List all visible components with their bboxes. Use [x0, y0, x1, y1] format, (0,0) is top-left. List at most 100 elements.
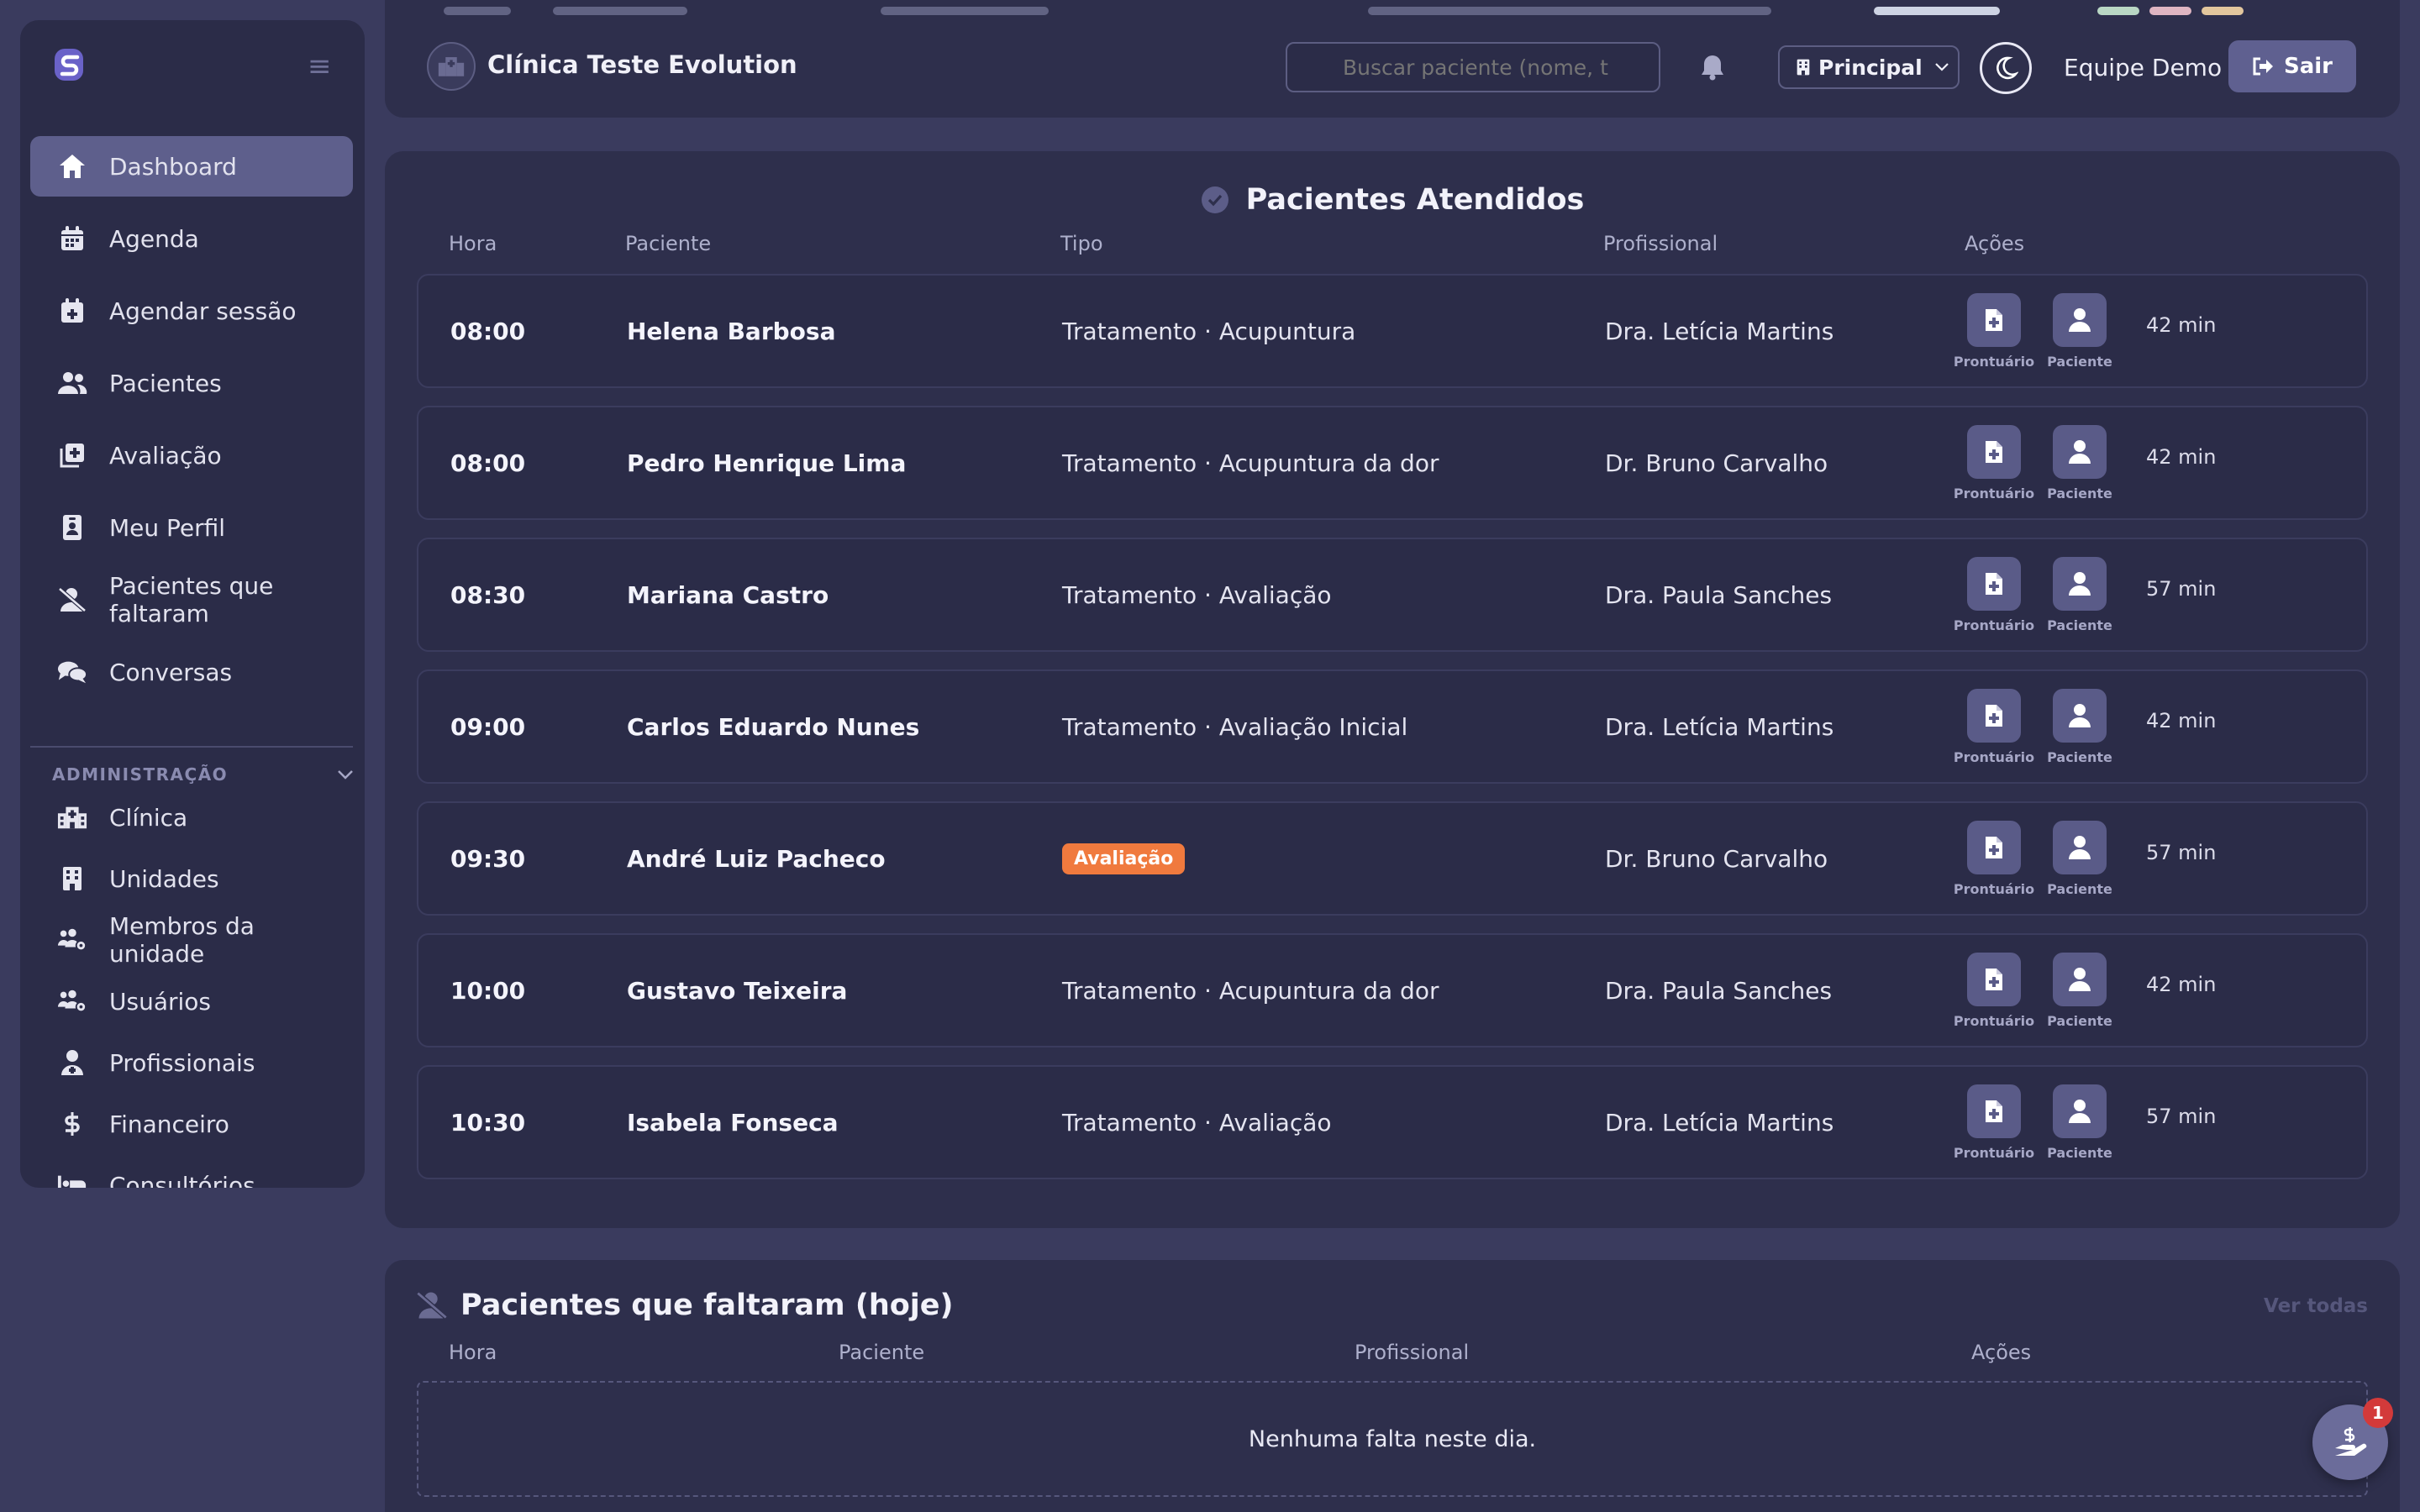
nav-item-dashboard[interactable]: Dashboard [30, 136, 353, 197]
bell-icon[interactable] [1697, 52, 1728, 82]
nav-label: Meu Perfil [109, 513, 226, 542]
nav-item-conversas[interactable]: Conversas [30, 642, 353, 702]
row-actions: Prontuário Paciente 42 min [1953, 276, 2216, 386]
row-duration: 57 min [2146, 841, 2217, 864]
nav-item-avaliacao[interactable]: Avaliação [30, 425, 353, 486]
nav-item-pacientes[interactable]: Pacientes [30, 353, 353, 413]
nav-item-clinica[interactable]: Clínica [30, 793, 353, 842]
table-row[interactable]: 08:00 Helena Barbosa Tratamento · Acupun… [417, 274, 2368, 388]
logout-label: Sair [2283, 54, 2333, 79]
column-header-patient: Paciente [625, 232, 712, 255]
doctor-icon [57, 1047, 87, 1078]
row-patient-name[interactable]: Pedro Henrique Lima [627, 407, 906, 518]
row-professional: Dra. Paula Sanches [1605, 580, 1833, 609]
patient-search-input[interactable] [1286, 42, 1660, 92]
file-medical-icon [1967, 820, 2021, 874]
record-button[interactable]: Prontuário [1953, 556, 2035, 633]
logout-button[interactable]: Sair [2228, 40, 2356, 92]
nav-item-financeiro[interactable]: Financeiro [30, 1100, 353, 1148]
see-all-link[interactable]: Ver todas [2264, 1295, 2368, 1317]
record-button[interactable]: Prontuário [1953, 820, 2035, 897]
top-header: Clínica Teste Evolution Principal Equipe… [385, 0, 2400, 118]
user-icon [2053, 556, 2107, 611]
record-button[interactable]: Prontuário [1953, 292, 2035, 370]
patient-button[interactable]: Paciente [2042, 292, 2118, 370]
type-badge: Avaliação [1062, 843, 1186, 874]
nav-item-unidades[interactable]: Unidades [30, 854, 353, 903]
nav-item-profissionais[interactable]: Profissionais [30, 1038, 353, 1087]
users-gear-icon [57, 925, 87, 955]
patient-button[interactable]: Paciente [2042, 424, 2118, 501]
file-medical-icon [1967, 292, 2021, 347]
file-medical-icon [1967, 556, 2021, 611]
table-row[interactable]: 08:00 Pedro Henrique Lima Tratamento · A… [417, 406, 2368, 520]
patient-button[interactable]: Paciente [2042, 688, 2118, 765]
row-duration: 57 min [2146, 577, 2217, 601]
record-button[interactable]: Prontuário [1953, 688, 2035, 765]
record-button-label: Prontuário [1953, 485, 2035, 501]
nav-item-membros-da-unidade[interactable]: Membros da unidade [30, 912, 353, 968]
unit-select-value: Principal [1818, 55, 1923, 80]
chevron-down-icon [1934, 62, 1949, 72]
nav-item-agendar-sessao[interactable]: Agendar sessão [30, 281, 353, 341]
row-patient-name[interactable]: André Luiz Pacheco [627, 803, 886, 914]
building-icon [1797, 58, 1810, 76]
record-button-label: Prontuário [1953, 880, 2035, 897]
nav-item-agenda[interactable]: Agenda [30, 208, 353, 269]
column-header-patient: Paciente [839, 1341, 925, 1364]
id-badge-icon [57, 512, 87, 543]
record-button[interactable]: Prontuário [1953, 424, 2035, 501]
record-button[interactable]: Prontuário [1954, 952, 2034, 1029]
panel-title-row: Pacientes Atendidos [385, 183, 2400, 217]
table-row[interactable]: 08:30 Mariana Castro Tratamento · Avalia… [417, 538, 2368, 652]
clipboard-plus-icon [57, 440, 87, 470]
column-header-type: Tipo [1060, 232, 1103, 255]
nav-item-pacientes-que-faltaram[interactable]: Pacientes que faltaram [30, 570, 353, 630]
row-patient-name[interactable]: Isabela Fonseca [627, 1067, 839, 1178]
patient-button[interactable]: Paciente [2042, 1084, 2118, 1161]
nav-label: Profissionais [109, 1048, 255, 1077]
file-medical-icon [1967, 424, 2021, 479]
nav-label: Agendar sessão [109, 297, 297, 325]
table-row[interactable]: 10:00 Gustavo Teixeira Tratamento · Acup… [417, 933, 2368, 1047]
patient-button-label: Paciente [2047, 485, 2112, 501]
column-header-time: Hora [449, 1341, 497, 1364]
theme-toggle-button[interactable] [1980, 42, 2032, 94]
nav-item-consultorios[interactable]: Consultórios [30, 1161, 353, 1188]
table-row[interactable]: 09:00 Carlos Eduardo Nunes Tratamento · … [417, 669, 2368, 784]
record-button-label: Prontuário [1953, 748, 2035, 765]
patient-button[interactable]: Paciente [2042, 820, 2118, 897]
dollar-icon [57, 1109, 87, 1139]
row-patient-name[interactable]: Mariana Castro [627, 539, 829, 650]
empty-state: Nenhuma falta neste dia. [417, 1381, 2368, 1497]
record-button-label: Prontuário [1953, 617, 2035, 633]
patient-button[interactable]: Paciente [2042, 556, 2118, 633]
nav-item-meu-perfil[interactable]: Meu Perfil [30, 497, 353, 558]
admin-section-header[interactable]: ADMINISTRAÇÃO [52, 764, 355, 785]
nav-item-usuarios[interactable]: Usuários [30, 977, 353, 1026]
app-logo[interactable] [52, 45, 91, 84]
nav-label: Usuários [109, 987, 211, 1016]
row-duration: 42 min [2146, 709, 2217, 732]
row-professional: Dra. Letícia Martins [1605, 712, 1834, 741]
user-icon [2053, 952, 2107, 1006]
calendar-plus-icon [57, 296, 87, 326]
row-type: Avaliação [1062, 803, 1186, 914]
table-row[interactable]: 09:30 André Luiz Pacheco Avaliação Dr. B… [417, 801, 2368, 916]
record-button-label: Prontuário [1953, 353, 2035, 370]
column-header-professional: Profissional [1355, 1341, 1470, 1364]
patient-button[interactable]: Paciente [2042, 952, 2118, 1029]
row-patient-name[interactable]: Gustavo Teixeira [627, 935, 847, 1046]
row-professional: Dra. Letícia Martins [1605, 1108, 1834, 1137]
row-time: 08:00 [450, 449, 526, 477]
table-row[interactable]: 10:30 Isabela Fonseca Tratamento · Avali… [417, 1065, 2368, 1179]
user-slash-icon [415, 1290, 449, 1320]
row-patient-name[interactable]: Helena Barbosa [627, 276, 835, 386]
record-button[interactable]: Prontuário [1954, 1084, 2034, 1161]
row-type: Tratamento · Avaliação [1062, 580, 1332, 609]
user-icon [2053, 820, 2107, 874]
menu-toggle-icon[interactable]: ≡ [308, 52, 338, 81]
row-patient-name[interactable]: Carlos Eduardo Nunes [627, 671, 919, 782]
unit-select[interactable]: Principal [1778, 45, 1960, 89]
row-duration: 42 min [2146, 973, 2217, 996]
